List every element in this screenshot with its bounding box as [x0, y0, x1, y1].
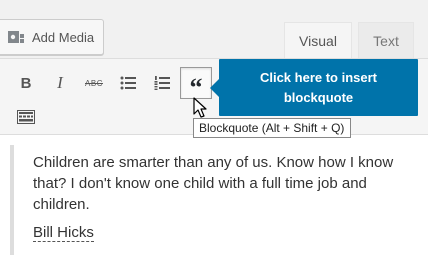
- mouse-cursor-icon: [193, 97, 207, 118]
- blockquote[interactable]: Children are smarter than any of us. Kno…: [10, 145, 420, 255]
- blockquote-tooltip: Blockquote (Alt + Shift + Q): [193, 118, 351, 138]
- bulleted-list-button[interactable]: [114, 69, 142, 97]
- keyboard-icon: [17, 110, 35, 124]
- toolbar-toggle-button[interactable]: [12, 103, 40, 131]
- blockquote-citation: Bill Hicks: [33, 224, 94, 242]
- numbered-list-button[interactable]: [148, 69, 176, 97]
- italic-button[interactable]: I: [46, 69, 74, 97]
- blockquote-pointer-callout: Click here to insert blockquote: [210, 59, 418, 116]
- add-media-button[interactable]: Add Media: [0, 19, 104, 55]
- bulleted-list-icon: [120, 76, 136, 90]
- numbered-list-icon: [154, 76, 170, 90]
- tab-visual[interactable]: Visual: [284, 22, 352, 58]
- tab-text[interactable]: Text: [358, 22, 414, 58]
- blockquote-button[interactable]: “: [180, 67, 212, 102]
- bold-button[interactable]: B: [12, 69, 40, 97]
- strikethrough-button[interactable]: ABC: [80, 69, 108, 97]
- pointer-text-line-2: blockquote: [283, 89, 354, 105]
- blockquote-text: Children are smarter than any of us. Kno…: [33, 154, 394, 213]
- pointer-text-line-1: Click here to insert: [259, 69, 378, 85]
- add-media-label: Add Media: [32, 29, 95, 45]
- media-icon: [6, 27, 26, 47]
